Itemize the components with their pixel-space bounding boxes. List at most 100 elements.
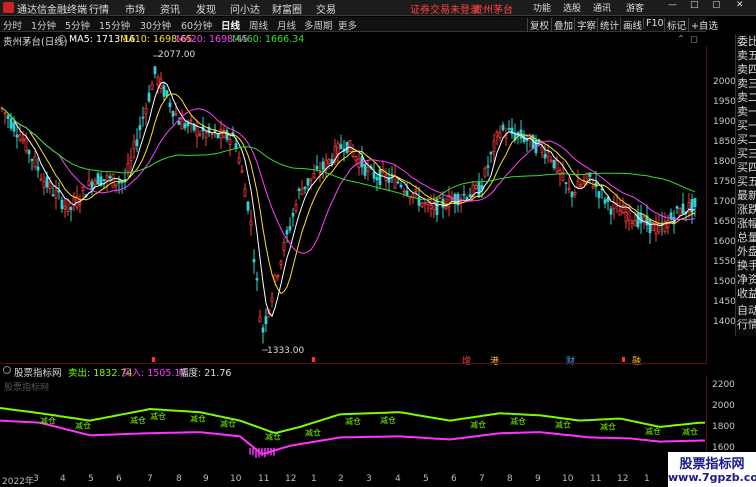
window-icon[interactable]: ◻ xyxy=(690,34,698,45)
side-item[interactable]: 涨跌 xyxy=(737,203,756,216)
period-tab-5min[interactable]: 5分钟 xyxy=(65,18,90,32)
side-item[interactable]: 卖三 xyxy=(737,77,756,90)
menu-function[interactable]: 功能 xyxy=(533,1,551,14)
minimize-icon[interactable]: — xyxy=(668,0,677,10)
side-item[interactable]: 买四 xyxy=(737,161,756,174)
candle-body xyxy=(462,193,466,196)
toolbar-add-favorite[interactable]: +自选 xyxy=(688,18,720,32)
period-tab-weekly[interactable]: 周线 xyxy=(249,18,268,32)
candle-body xyxy=(468,194,472,198)
side-item[interactable]: 卖五 xyxy=(737,49,756,62)
menu-wenxiaoda[interactable]: 问小达 xyxy=(230,1,260,16)
menu-discover[interactable]: 发现 xyxy=(196,1,216,16)
period-tab-multi[interactable]: 多周期 xyxy=(304,18,333,32)
candle-body xyxy=(249,220,253,226)
candle-body xyxy=(309,178,313,181)
period-tab-more[interactable]: 更多 xyxy=(338,18,357,32)
candle-body xyxy=(153,66,157,75)
candle-body xyxy=(228,139,232,145)
maximize-icon[interactable]: ▢ xyxy=(712,0,721,10)
side-item[interactable]: 买二 xyxy=(737,133,756,146)
menu-news[interactable]: 资讯 xyxy=(160,1,180,16)
candle-body xyxy=(78,202,82,206)
candle-body xyxy=(567,188,571,190)
period-tab-60min[interactable]: 60分钟 xyxy=(181,18,212,32)
toolbar-zicha[interactable]: 字察 xyxy=(574,18,598,32)
collapse-icon[interactable]: ⌃ xyxy=(677,34,685,45)
settings-icon[interactable] xyxy=(58,35,66,43)
candlestick-chart[interactable] xyxy=(0,46,706,364)
indicator-chart[interactable]: 减仓减仓减仓 减仓 减仓减仓减仓 减仓减仓 减仓减仓 减仓 减仓 减仓 减仓 减仓 xyxy=(0,377,706,472)
side-item[interactable]: 买一 xyxy=(737,119,756,132)
login-notice[interactable]: 证券交易未登录 xyxy=(410,1,480,16)
candle-body xyxy=(393,175,397,189)
candle-body xyxy=(42,181,46,188)
menu-trade[interactable]: 交易 xyxy=(316,1,336,16)
candle-body xyxy=(24,137,28,152)
side-item[interactable]: 净资 xyxy=(737,273,756,286)
menu-caifuquan[interactable]: 财富圈 xyxy=(272,1,302,16)
menu-market[interactable]: 市场 xyxy=(125,1,145,16)
candle-body xyxy=(573,191,577,195)
side-item[interactable]: 外盘 xyxy=(737,245,756,258)
period-tab-30min[interactable]: 30分钟 xyxy=(140,18,171,32)
side-item[interactable]: 委比 xyxy=(737,35,756,48)
ma60-label: MA60: 1666.34 xyxy=(232,34,305,45)
menu-select-stock[interactable]: 选股 xyxy=(563,1,581,14)
side-item[interactable]: 自动 xyxy=(737,304,756,317)
candle-body xyxy=(198,133,202,136)
candle-body xyxy=(96,173,100,185)
side-item[interactable]: 卖二 xyxy=(737,91,756,104)
candle-body xyxy=(618,210,622,216)
candle-body xyxy=(648,219,652,234)
candle-body xyxy=(282,242,286,252)
menu-guest[interactable]: 游客 xyxy=(626,1,644,14)
toolbar-f10[interactable]: F10 xyxy=(643,18,666,29)
candle-body xyxy=(378,169,382,186)
toolbar-mark[interactable]: 标记 xyxy=(664,18,688,32)
menu-hq[interactable]: 行情 xyxy=(89,1,109,16)
period-tab-daily[interactable]: 日线 xyxy=(221,18,240,32)
toolbar-fuquan[interactable]: 复权 xyxy=(527,18,551,32)
period-tab-15min[interactable]: 15分钟 xyxy=(99,18,130,32)
price-axis-label: 1800 xyxy=(713,157,736,167)
period-tab-1min[interactable]: 1分钟 xyxy=(31,18,56,32)
candle-body xyxy=(300,188,304,195)
close-icon[interactable]: ✕ xyxy=(736,0,744,10)
side-item[interactable]: 买五 xyxy=(737,175,756,188)
period-tab-fenshi[interactable]: 分时 xyxy=(3,18,22,32)
side-item[interactable]: 卖一 xyxy=(737,105,756,118)
restore-icon[interactable]: □ xyxy=(690,0,699,10)
indicator-settings-icon[interactable] xyxy=(3,366,11,374)
period-bar: 分时 1分钟 5分钟 15分钟 30分钟 60分钟 日线 周线 月线 多周期 更… xyxy=(0,17,718,32)
toolbar-draw[interactable]: 画线 xyxy=(620,18,644,32)
candle-body xyxy=(339,144,343,149)
watermark-title: 股票指标网 xyxy=(679,457,745,472)
side-item[interactable]: 换手 xyxy=(737,259,756,272)
candle-body xyxy=(363,163,367,176)
side-item[interactable]: 涨幅 xyxy=(737,217,756,230)
side-item[interactable]: 行情 xyxy=(737,318,756,331)
candle-body xyxy=(402,190,406,193)
price-axis-label: 1450 xyxy=(713,297,736,307)
candle-body xyxy=(444,206,448,210)
reduce-label: 减仓 xyxy=(380,415,396,425)
date-tick: 12 xyxy=(285,474,297,484)
candle-body xyxy=(576,180,580,188)
candle-body xyxy=(693,197,697,208)
side-item[interactable]: 最新 xyxy=(737,189,756,202)
toolbar-stats[interactable]: 统计 xyxy=(597,18,621,32)
menu-communication[interactable]: 通讯 xyxy=(593,1,611,14)
date-tick: 9 xyxy=(203,474,209,484)
stock-tab[interactable]: 贵州茅台 xyxy=(473,1,513,16)
side-item[interactable]: 卖四 xyxy=(737,63,756,76)
side-item[interactable]: 总量 xyxy=(737,231,756,244)
side-item[interactable]: 收益 xyxy=(737,287,756,300)
candle-body xyxy=(180,118,184,130)
date-tick: 1 xyxy=(644,474,650,484)
date-tick: 4 xyxy=(60,474,66,484)
toolbar-overlay[interactable]: 叠加 xyxy=(551,18,575,32)
candle-body xyxy=(336,142,340,155)
period-tab-monthly[interactable]: 月线 xyxy=(277,18,296,32)
side-item[interactable]: 买三 xyxy=(737,147,756,160)
